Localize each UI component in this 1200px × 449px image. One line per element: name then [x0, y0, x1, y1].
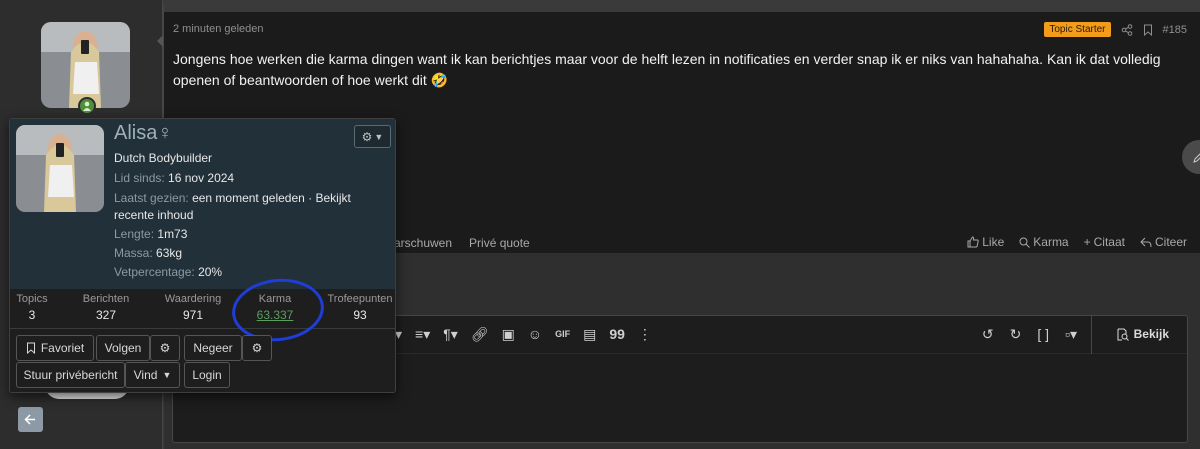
ignore-settings-button[interactable]: ⚙ [242, 335, 272, 361]
citeer-button[interactable]: Citeer [1140, 235, 1187, 249]
post-actions-right: Like Karma + Citaat Citeer [967, 235, 1187, 249]
image-icon[interactable]: ▣ [502, 326, 515, 343]
chevron-down-icon: ▼ [374, 131, 384, 142]
brackets-icon[interactable]: [ ] [1037, 326, 1049, 343]
follow-button[interactable]: Volgen [96, 335, 150, 361]
favorite-button[interactable]: Favoriet [16, 335, 94, 361]
ignore-button[interactable]: Negeer [184, 335, 242, 361]
gif-icon[interactable]: GIF [555, 326, 570, 343]
member-mass: Massa: 63kg [114, 246, 183, 260]
bookmark-icon [26, 342, 35, 354]
member-settings-button[interactable]: ⚙ ▼ [354, 125, 391, 148]
save-draft-icon[interactable]: ▫▾ [1065, 326, 1077, 343]
arrow-left-icon [24, 414, 35, 425]
citaat-button[interactable]: + Citaat [1084, 235, 1125, 249]
post-actions-left: arschuwen Privé quote [394, 236, 530, 250]
stat-trophy-points[interactable]: Trofeepunten 93 [325, 293, 395, 322]
avatar[interactable] [41, 22, 130, 108]
media-icon[interactable]: ▤ [583, 326, 596, 343]
like-button[interactable]: Like [967, 235, 1004, 249]
reply-icon [1140, 237, 1152, 247]
member-header: Alisa♀ ⚙ ▼ Dutch Bodybuilder Lid sinds: … [10, 119, 395, 289]
chevron-down-icon: ▼ [162, 370, 172, 380]
post-header-right: Topic Starter #185 [1044, 22, 1187, 37]
gear-icon: ⚙ [159, 341, 171, 355]
preview-icon [1117, 328, 1129, 341]
pencil-icon [1193, 153, 1200, 163]
align-icon[interactable]: ≡▾ [415, 326, 430, 343]
private-quote-link[interactable]: Privé quote [469, 236, 530, 250]
stat-messages[interactable]: Berichten 327 [77, 293, 135, 322]
member-fat: Vetpercentage: 20% [114, 265, 223, 279]
member-last-seen: Laatst gezien: een moment geleden · Beki… [114, 191, 351, 222]
plus-icon: + [1083, 235, 1091, 249]
paragraph-icon[interactable]: ¶▾ [443, 326, 458, 343]
post-time[interactable]: 2 minuten geleden [173, 23, 264, 35]
smiley-icon[interactable]: ☺ [528, 326, 542, 343]
undo-icon[interactable]: ↺ [982, 326, 994, 343]
quote-icon[interactable]: 99 [609, 326, 625, 343]
gear-icon: ⚙ [251, 341, 263, 355]
member-stats: Topics 3 Berichten 327 Waardering 971 Ka… [10, 289, 395, 329]
preview-button[interactable]: Bekijk [1116, 327, 1169, 341]
online-status-icon [78, 97, 96, 115]
member-name[interactable]: Alisa♀ [114, 122, 172, 145]
topic-starter-badge: Topic Starter [1044, 22, 1111, 37]
toolbar-right: ↺ ↻ [ ] ▫▾ [982, 326, 1077, 343]
bookmark-icon[interactable] [1143, 24, 1153, 36]
member-joined: Lid sinds: 16 nov 2024 [114, 171, 235, 185]
report-link[interactable]: arschuwen [394, 236, 452, 250]
private-message-button[interactable]: Stuur privébericht [16, 362, 125, 388]
toolbar-left: ▾ ≡▾ ¶▾ 🔗︎ ▣ ☺ GIF ▤ 99 ⋮ [395, 326, 652, 343]
redo-icon[interactable]: ↻ [1010, 326, 1022, 343]
toolbar-divider [1091, 316, 1092, 354]
more-icon[interactable]: ⋮ [638, 326, 652, 343]
chevron-down-icon[interactable]: ▾ [395, 326, 402, 343]
follow-settings-button[interactable]: ⚙ [150, 335, 180, 361]
search-icon [1019, 237, 1031, 248]
member-avatar[interactable] [16, 125, 104, 212]
back-button[interactable] [18, 407, 43, 432]
post-number[interactable]: #185 [1163, 24, 1187, 36]
edit-pencil-button[interactable] [1182, 140, 1200, 174]
member-title: Dutch Bodybuilder [114, 151, 213, 165]
member-length: Lengte: 1m73 [114, 227, 188, 241]
find-button[interactable]: Vind ▼ [125, 362, 180, 388]
karma-button[interactable]: Karma [1019, 235, 1069, 249]
thumbs-up-icon [967, 236, 979, 248]
gender-icon: ♀ [157, 122, 173, 144]
share-icon[interactable] [1121, 23, 1133, 36]
stat-rating[interactable]: Waardering 971 [160, 293, 226, 322]
gear-icon: ⚙ [361, 129, 373, 144]
post-text: Jongens hoe werken die karma dingen want… [173, 51, 1161, 88]
stat-topics[interactable]: Topics 3 [15, 293, 49, 322]
link-icon[interactable]: 🔗︎ [471, 326, 489, 343]
member-tooltip: Alisa♀ ⚙ ▼ Dutch Bodybuilder Lid sinds: … [9, 118, 396, 393]
login-button[interactable]: Login [184, 362, 230, 388]
